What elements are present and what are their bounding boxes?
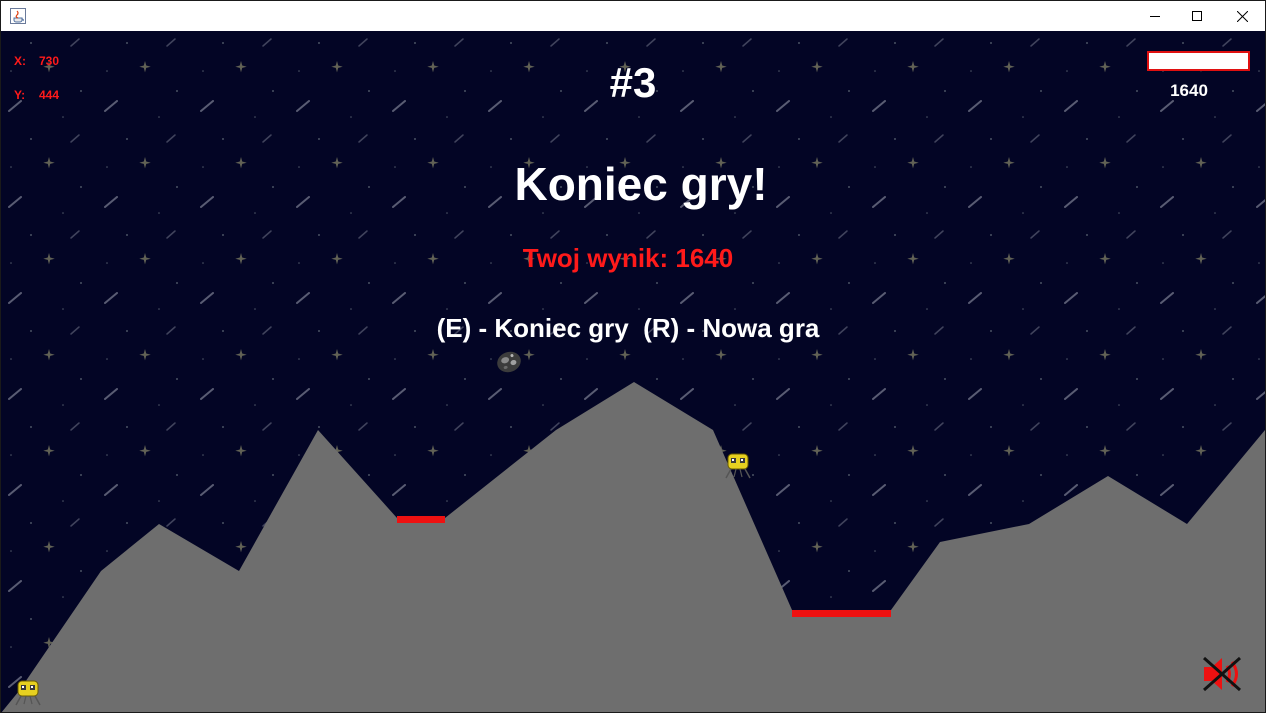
score-counter: 1640: [1170, 81, 1208, 100]
level-number: #3: [609, 59, 657, 106]
game-over-title: Koniec gry!: [514, 158, 768, 210]
lander-icon: [725, 453, 751, 479]
minimize-icon: [1150, 16, 1160, 17]
maximize-icon: [1192, 11, 1202, 21]
landing-pad-2: [792, 610, 891, 617]
game-canvas[interactable]: X: 730 Y: 444 #3 1640 Koniec gry! Twoj w…: [1, 31, 1265, 712]
speaker-muted-icon[interactable]: [1200, 655, 1246, 693]
asteroid-icon: [497, 351, 521, 373]
title-bar: [1, 1, 1265, 31]
java-app-icon: [10, 8, 26, 24]
landing-pad-1: [397, 516, 445, 523]
game-over-controls: (E) - Koniec gry (R) - Nowa gra: [436, 313, 820, 343]
close-icon: [1236, 10, 1248, 22]
fuel-bar: [1147, 51, 1250, 71]
close-button[interactable]: [1219, 1, 1265, 31]
fuel-bar-fill: [1149, 53, 1248, 69]
lander-life-icon: [15, 680, 41, 706]
starfield-background: [1, 31, 1265, 712]
maximize-button[interactable]: [1174, 1, 1220, 31]
minimize-button[interactable]: [1132, 1, 1178, 31]
final-score-text: Twoj wynik: 1640: [522, 243, 734, 273]
game-window: X: 730 Y: 444 #3 1640 Koniec gry! Twoj w…: [0, 0, 1266, 713]
